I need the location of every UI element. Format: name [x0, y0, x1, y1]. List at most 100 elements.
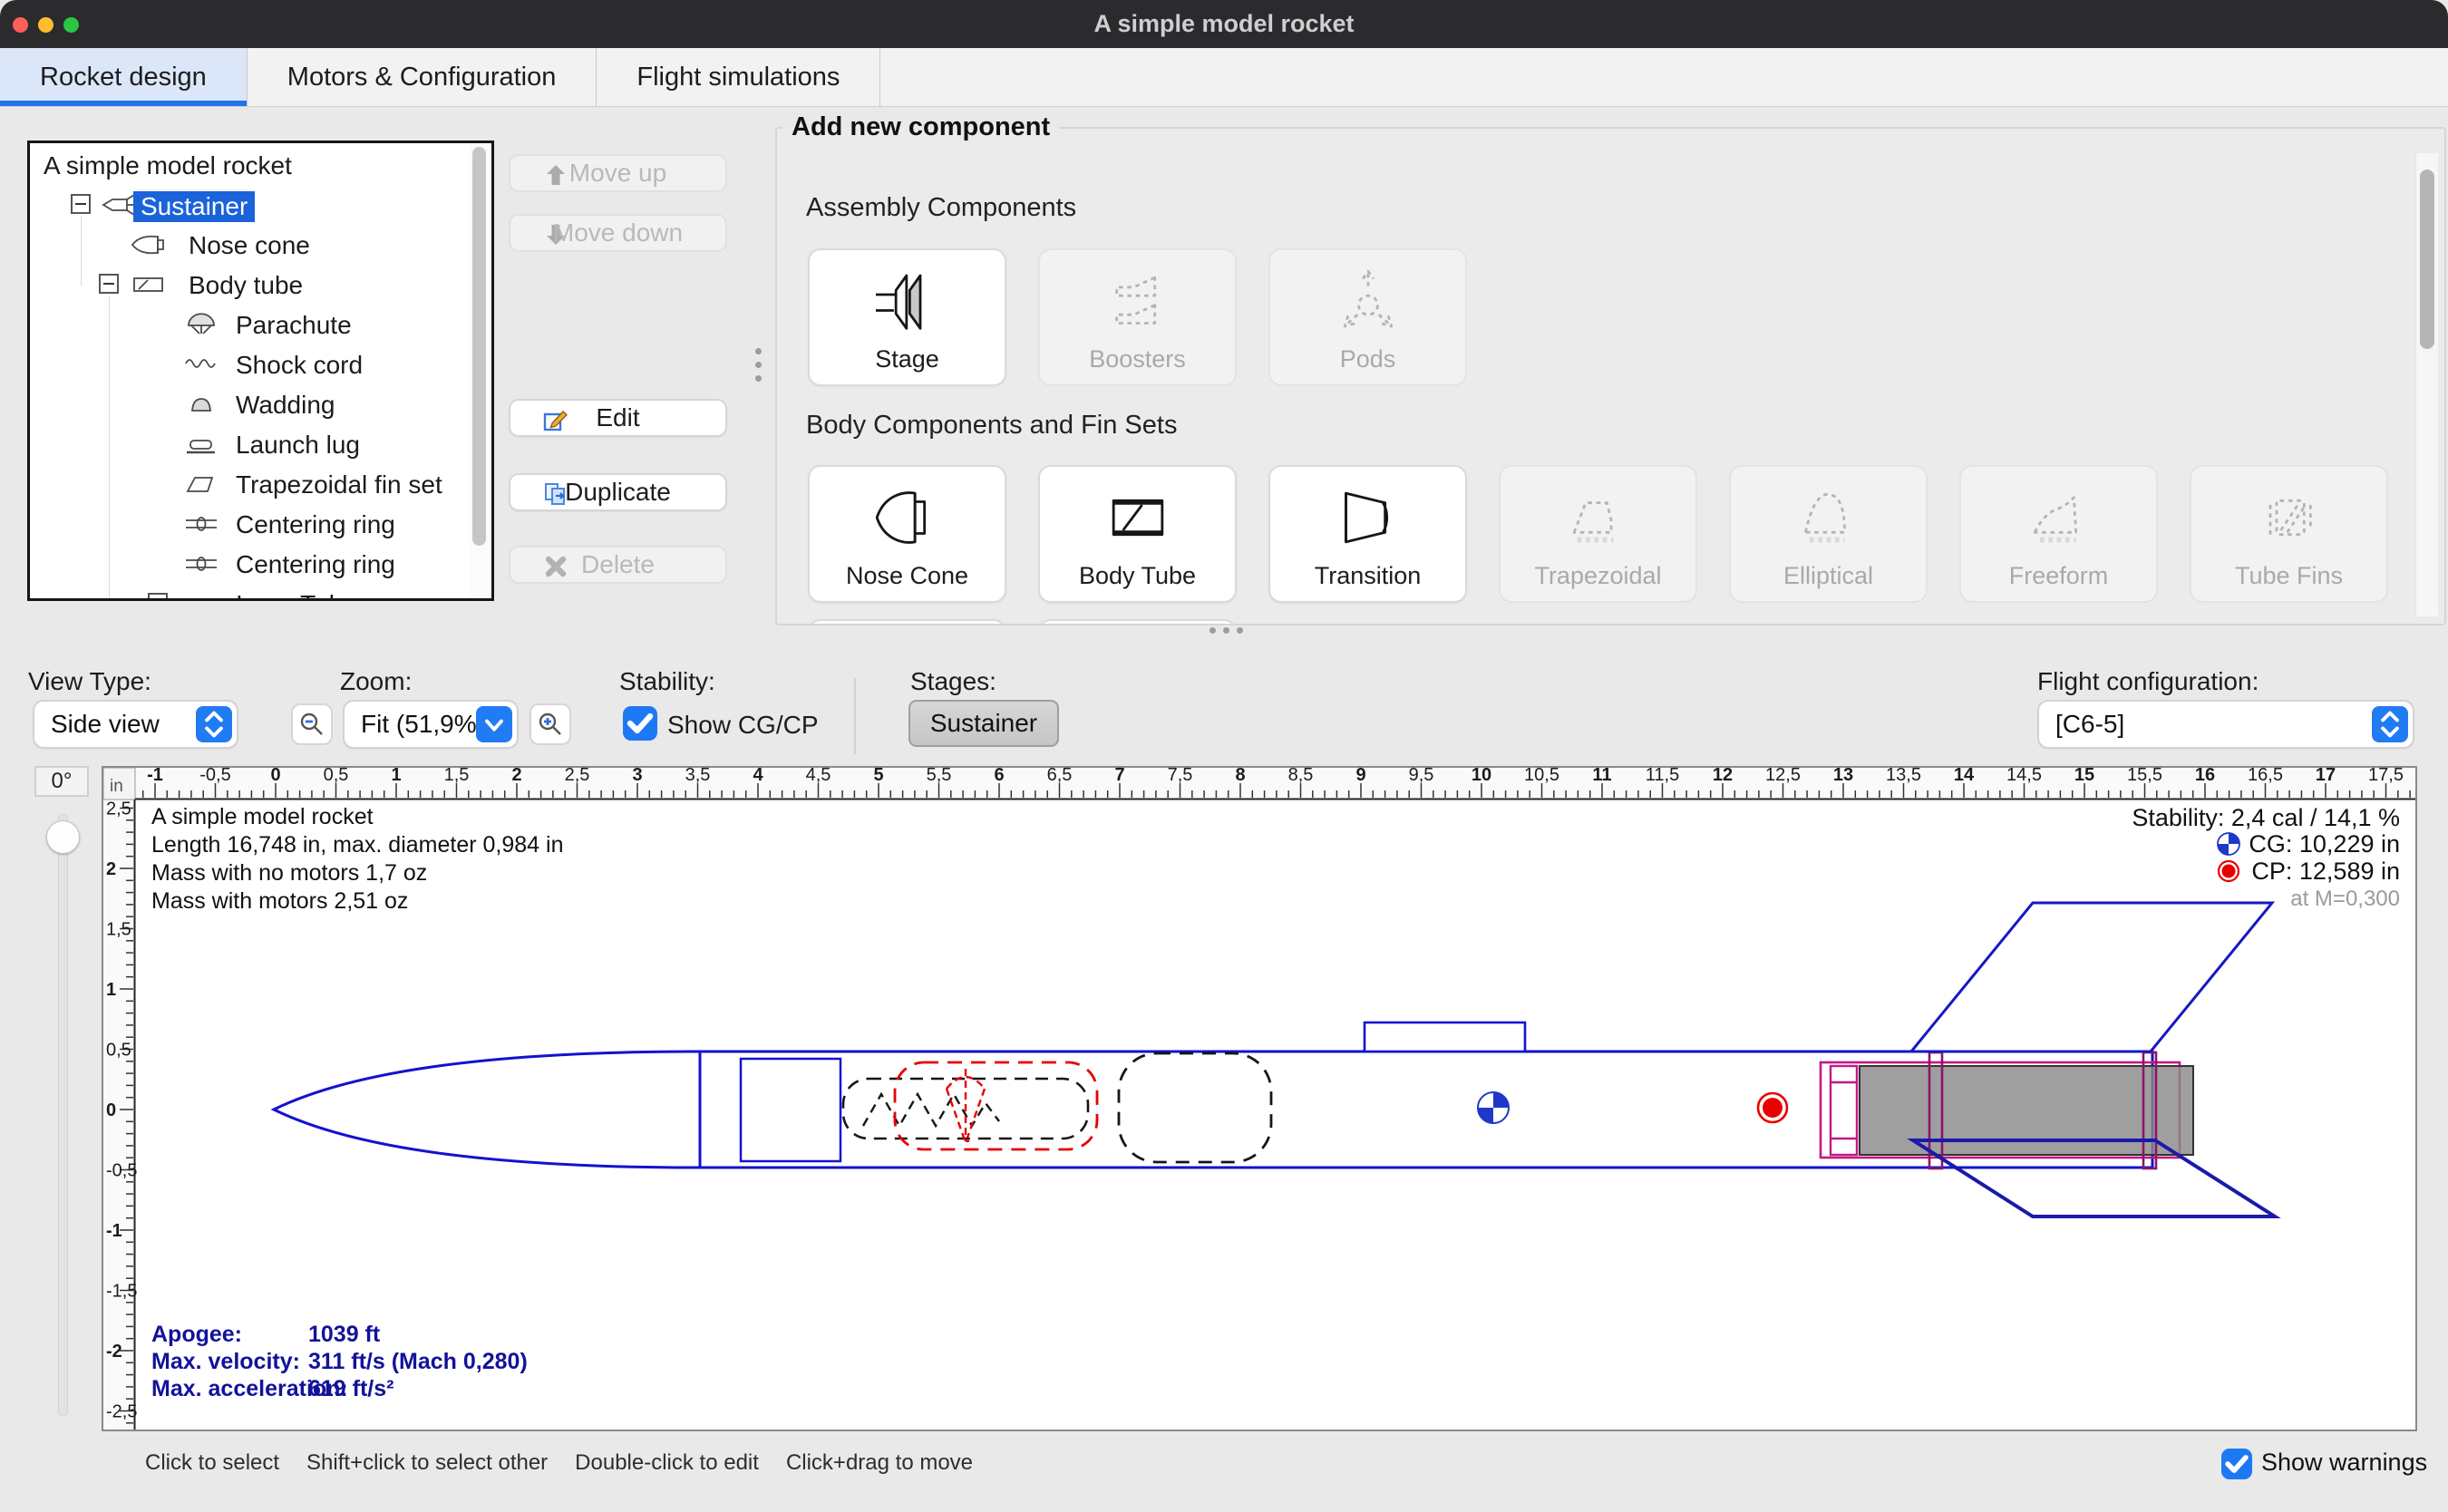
rocket-drawing[interactable] — [274, 903, 2275, 1216]
body-tube-icon — [1100, 480, 1176, 556]
svg-text:0,5: 0,5 — [106, 1041, 131, 1061]
tree-expander-icon[interactable] — [71, 194, 91, 214]
stat-label: Max. velocity: — [151, 1349, 300, 1374]
tree-scrollbar-thumb[interactable] — [472, 147, 486, 546]
svg-text:4,5: 4,5 — [806, 768, 831, 785]
add-panel-scrollbar[interactable] — [2415, 153, 2438, 616]
tree-item-centering-ring[interactable]: Centering ring — [30, 504, 491, 544]
button-label: Move up — [510, 156, 725, 190]
tube-fins-icon — [2251, 480, 2327, 556]
show-warnings-checkbox[interactable] — [2221, 1449, 2252, 1479]
move-down-button[interactable]: Move down — [509, 214, 727, 252]
add-component-card-partial[interactable] — [1038, 619, 1237, 624]
svg-text:0: 0 — [270, 768, 280, 785]
tree-expander-icon[interactable] — [148, 593, 168, 601]
zoom-in-button[interactable] — [529, 703, 571, 745]
tree-root-row[interactable]: A simple model rocket — [30, 145, 491, 185]
svg-text:2: 2 — [511, 768, 521, 785]
duplicate-button[interactable]: Duplicate — [509, 473, 727, 511]
tab-motors-configuration[interactable]: Motors & Configuration — [248, 48, 597, 106]
svg-text:14,5: 14,5 — [2006, 768, 2042, 785]
add-trapezoidal-card[interactable]: Trapezoidal — [1499, 465, 1697, 603]
tree-item-launch-lug[interactable]: Launch lug — [30, 424, 491, 464]
zoom-select[interactable]: Fit (51,9%) — [343, 700, 519, 749]
splitter-grip-vertical[interactable] — [755, 348, 762, 382]
svg-text:-2: -2 — [106, 1342, 122, 1362]
cg-value: CG: 10,229 in — [2249, 830, 2400, 858]
tree-item-nose-cone[interactable]: Nose cone — [30, 225, 491, 265]
tree-item-body-tube[interactable]: Body tube — [30, 265, 491, 305]
launch-lug-shape[interactable] — [1365, 1023, 1525, 1052]
tree-item-parachute[interactable]: Parachute — [30, 305, 491, 344]
add-freeform-card[interactable]: Freeform — [1959, 465, 2158, 603]
tree-item-label: Nose cone — [189, 231, 310, 260]
window-title: A simple model rocket — [0, 0, 2448, 48]
card-label: Pods — [1270, 345, 1465, 373]
add-stage-card[interactable]: Stage — [808, 248, 1006, 386]
splitter-grip-horizontal[interactable] — [1209, 627, 1243, 634]
add-nose-cone-card[interactable]: Nose Cone — [808, 465, 1006, 603]
info-line: A simple model rocket — [151, 804, 374, 829]
tree-item-centering-ring[interactable]: Centering ring — [30, 544, 491, 584]
card-label: Boosters — [1040, 345, 1235, 373]
tree-item-sustainer[interactable]: Sustainer — [30, 185, 491, 225]
move-up-button[interactable]: Move up — [509, 154, 727, 192]
rotation-slider-track[interactable] — [58, 814, 68, 1416]
tree-item-wadding[interactable]: Wadding — [30, 384, 491, 424]
tree-item-inner-tube[interactable]: Inner Tube — [30, 584, 491, 601]
component-tree[interactable]: A simple model rocket Sustainer Nose con… — [27, 141, 494, 601]
button-label: Edit — [510, 401, 725, 435]
tab-label: Flight simulations — [636, 63, 840, 92]
tab-rocket-design[interactable]: Rocket design — [0, 48, 248, 106]
card-label: Transition — [1270, 562, 1465, 590]
status-hint: Shift+click to select other — [306, 1450, 548, 1476]
zoom-label: Zoom: — [340, 667, 412, 696]
stat-value: 619 ft/s² — [308, 1376, 393, 1401]
svg-text:14: 14 — [1954, 768, 1975, 785]
svg-text:-1: -1 — [147, 768, 163, 785]
add-body-tube-card[interactable]: Body Tube — [1038, 465, 1237, 603]
add-pods-card[interactable]: Pods — [1268, 248, 1467, 386]
stage-toggle-sustainer[interactable]: Sustainer — [908, 700, 1059, 747]
fin-upper-shape[interactable] — [1911, 903, 2272, 1052]
view-type-select[interactable]: Side view — [33, 700, 238, 749]
tree-expander-icon[interactable] — [99, 274, 119, 294]
add-component-card-partial[interactable] — [808, 619, 1006, 624]
show-cgcp-checkbox[interactable] — [623, 706, 657, 741]
tab-flight-simulations[interactable]: Flight simulations — [597, 48, 880, 106]
rocket-view-panel[interactable]: in -1-0,500,511,522,533,544,555,566,577,… — [102, 766, 2417, 1431]
svg-text:8: 8 — [1235, 768, 1245, 785]
rotation-angle-value: 0° — [34, 766, 89, 797]
add-panel-scrollbar-thumb[interactable] — [2420, 170, 2434, 349]
controls-divider — [854, 678, 856, 754]
tree-item-label: Trapezoidal fin set — [236, 470, 442, 499]
svg-text:11: 11 — [1592, 768, 1611, 785]
svg-text:15: 15 — [2074, 768, 2094, 785]
tree-item-label: Parachute — [236, 311, 352, 340]
svg-text:3: 3 — [632, 768, 642, 785]
info-line: Mass with motors 2,51 oz — [151, 888, 408, 914]
flight-config-select[interactable]: [C6-5] — [2037, 700, 2414, 749]
tree-item-shock-cord[interactable]: Shock cord — [30, 344, 491, 384]
delete-button[interactable]: Delete — [509, 546, 727, 584]
tree-item-trapezoidal-fin-set[interactable]: Trapezoidal fin set — [30, 464, 491, 504]
freeform-icon — [2021, 480, 2097, 556]
rotation-slider-knob[interactable] — [46, 820, 80, 854]
rocket-info-block: A simple model rocket Length 16,748 in, … — [151, 804, 563, 914]
nose-cone-shape[interactable] — [274, 1052, 700, 1168]
add-elliptical-card[interactable]: Elliptical — [1729, 465, 1928, 603]
chevron-updown-icon — [2372, 706, 2408, 742]
horizontal-ruler — [135, 768, 2415, 800]
add-boosters-card[interactable]: Boosters — [1038, 248, 1237, 386]
svg-text:16,5: 16,5 — [2248, 768, 2283, 785]
svg-text:2: 2 — [106, 859, 116, 879]
zoom-out-button[interactable] — [291, 703, 333, 745]
add-transition-card[interactable]: Transition — [1268, 465, 1467, 603]
edit-button[interactable]: Edit — [509, 399, 727, 437]
zoom-in-icon — [537, 711, 564, 738]
add-tube-fins-card[interactable]: Tube Fins — [2190, 465, 2388, 603]
svg-text:1,5: 1,5 — [444, 768, 470, 785]
svg-text:1: 1 — [391, 768, 401, 785]
tree-scrollbar[interactable] — [470, 145, 490, 596]
zoom-value: Fit (51,9%) — [361, 702, 485, 747]
